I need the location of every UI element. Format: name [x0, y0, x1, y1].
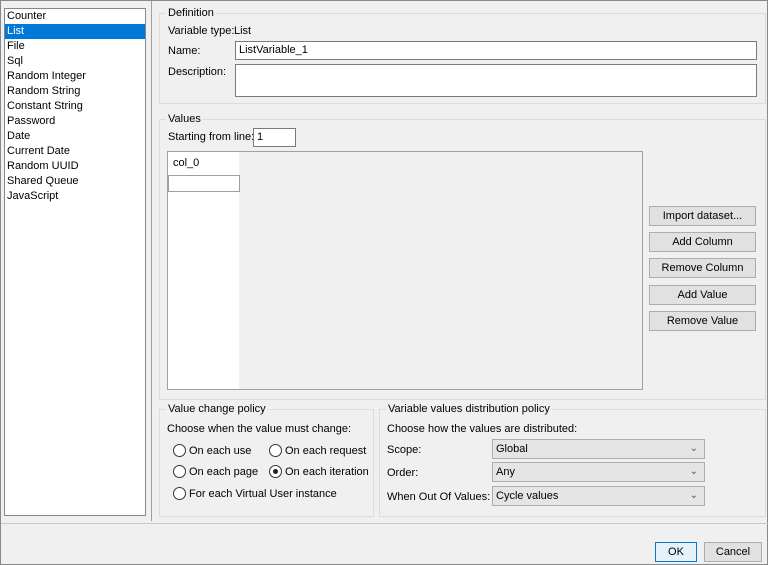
- variable-type-label: Variable type:: [168, 25, 235, 37]
- list-item[interactable]: Current Date: [5, 144, 145, 159]
- distribution-prompt: Choose how the values are distributed:: [387, 423, 578, 435]
- radio-label: On each page: [189, 465, 259, 478]
- cancel-button[interactable]: Cancel: [704, 542, 762, 562]
- remove-value-button[interactable]: Remove Value: [649, 310, 756, 331]
- values-title: Values: [166, 113, 203, 125]
- radio-label: For each Virtual User instance: [189, 487, 337, 500]
- scope-value: Global: [496, 443, 528, 455]
- chevron-down-icon: ⌄: [689, 466, 698, 477]
- list-item[interactable]: Date: [5, 129, 145, 144]
- change-prompt: Choose when the value must change:: [167, 423, 352, 435]
- out-of-values-value: Cycle values: [496, 490, 559, 502]
- list-item[interactable]: Constant String: [5, 99, 145, 114]
- list-item[interactable]: Random Integer: [5, 69, 145, 84]
- chevron-down-icon: ⌄: [689, 443, 698, 454]
- value-change-policy-title: Value change policy: [166, 403, 268, 415]
- out-of-values-label: When Out Of Values:: [387, 491, 491, 503]
- list-item[interactable]: File: [5, 39, 145, 54]
- order-label: Order:: [387, 467, 419, 479]
- name-input[interactable]: ListVariable_1: [235, 41, 757, 60]
- list-item[interactable]: Random UUID: [5, 159, 145, 174]
- add-value-button[interactable]: Add Value: [649, 284, 756, 305]
- list-item[interactable]: JavaScript: [5, 189, 145, 204]
- table-cell[interactable]: [168, 175, 240, 192]
- radio-circle-icon: [173, 444, 186, 457]
- name-label: Name:: [168, 45, 201, 57]
- list-item[interactable]: Counter: [5, 9, 145, 24]
- radio-circle-icon: [269, 465, 282, 478]
- out-of-values-select[interactable]: Cycle values ⌄: [492, 486, 705, 506]
- definition-title: Definition: [166, 7, 216, 19]
- values-table[interactable]: col_0: [167, 151, 643, 390]
- ok-button[interactable]: OK: [655, 542, 697, 562]
- order-value: Any: [496, 466, 515, 478]
- list-item[interactable]: List: [5, 24, 145, 39]
- description-label: Description:: [168, 66, 227, 78]
- radio-label: On each iteration: [285, 465, 369, 478]
- radio-on-each-iteration[interactable]: On each iteration: [269, 465, 369, 478]
- radio-circle-icon: [173, 487, 186, 500]
- starting-line-label: Starting from line:: [168, 131, 255, 143]
- starting-line-input[interactable]: 1: [253, 128, 296, 147]
- radio-on-each-request[interactable]: On each request: [269, 444, 366, 457]
- chevron-down-icon: ⌄: [689, 490, 698, 501]
- scope-select[interactable]: Global ⌄: [492, 439, 705, 459]
- list-item[interactable]: Sql: [5, 54, 145, 69]
- scope-label: Scope:: [387, 444, 422, 456]
- radio-circle-icon: [269, 444, 282, 457]
- variable-type-list[interactable]: Counter List File Sql Random Integer Random S…: [4, 8, 146, 516]
- order-select[interactable]: Any ⌄: [492, 462, 705, 482]
- list-item[interactable]: Random String: [5, 84, 145, 99]
- radio-on-each-use[interactable]: On each use: [173, 444, 251, 457]
- remove-column-button[interactable]: Remove Column: [649, 258, 756, 279]
- distribution-policy-title: Variable values distribution policy: [386, 403, 552, 415]
- splitter[interactable]: [151, 1, 152, 521]
- description-input[interactable]: [235, 64, 757, 97]
- radio-label: On each request: [285, 444, 367, 457]
- footer-divider: [1, 523, 768, 524]
- add-column-button[interactable]: Add Column: [649, 232, 756, 253]
- variable-type-value: List: [234, 25, 252, 37]
- list-item[interactable]: Password: [5, 114, 145, 129]
- list-item[interactable]: Shared Queue: [5, 174, 145, 189]
- column-header-col-0[interactable]: col_0: [168, 152, 239, 175]
- radio-for-each-virtual-user-instance[interactable]: For each Virtual User instance: [173, 487, 337, 500]
- radio-on-each-page[interactable]: On each page: [173, 465, 258, 478]
- radio-circle-icon: [173, 465, 186, 478]
- import-dataset-button[interactable]: Import dataset...: [649, 206, 756, 226]
- radio-label: On each use: [189, 444, 252, 457]
